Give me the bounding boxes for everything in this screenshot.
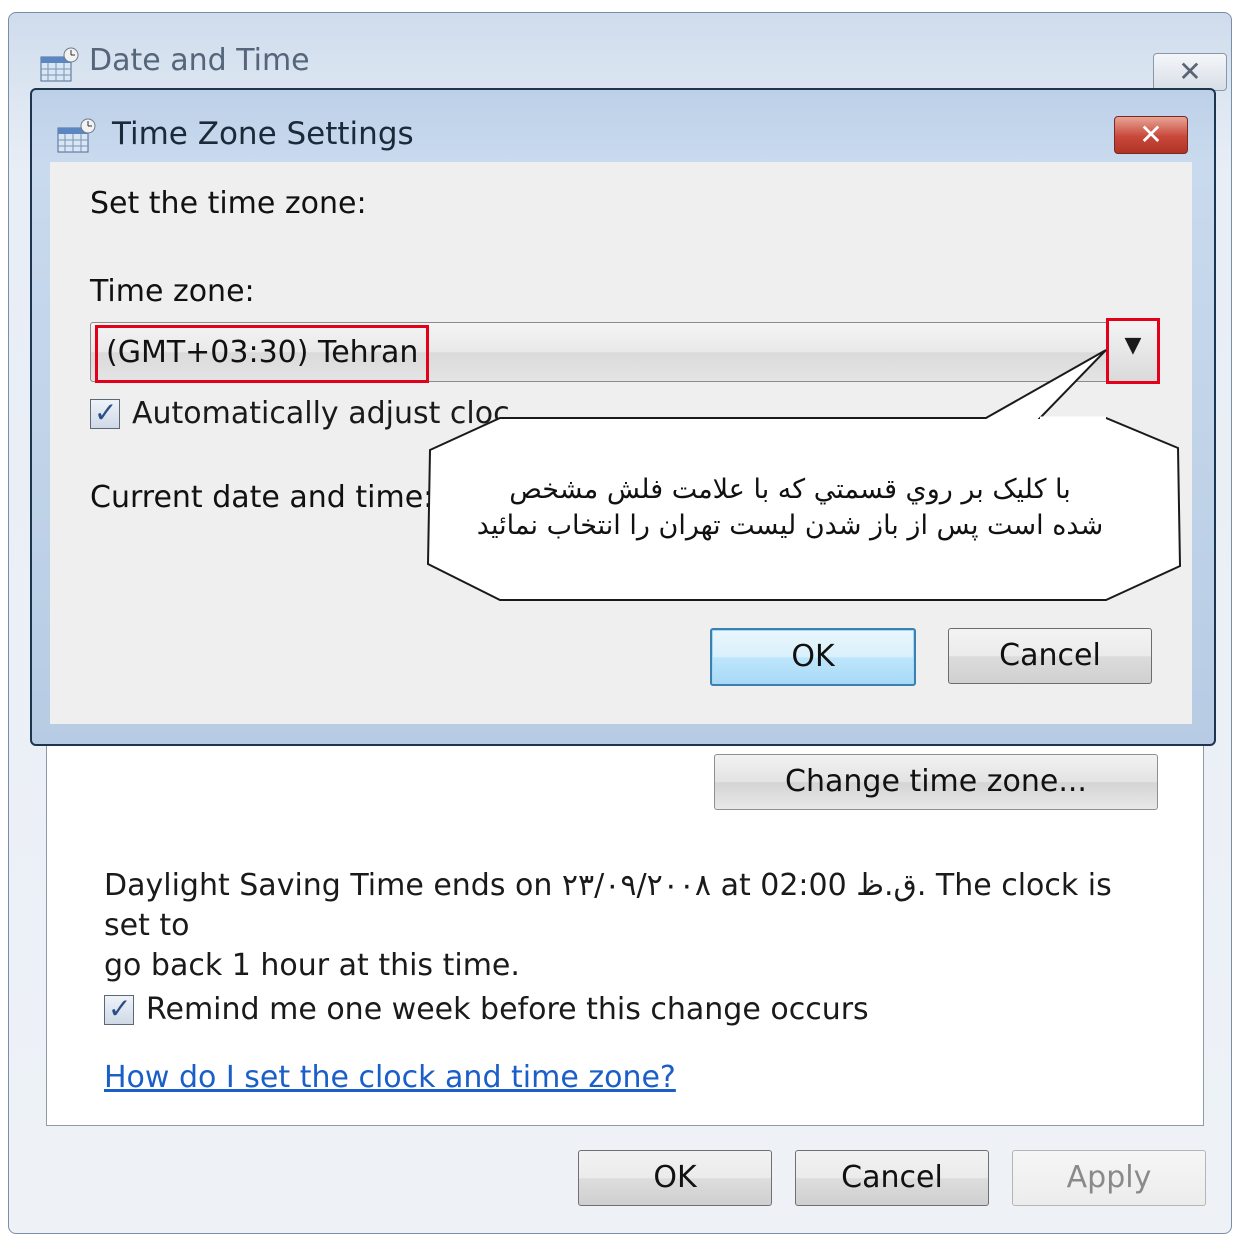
instruction-callout [426,349,1182,601]
callout-text: با کلیک بر روي قسمتي که با علامت فلش مشخ… [440,472,1140,544]
callout-line-1: با کلیک بر روي قسمتي که با علامت فلش مشخ… [509,474,1071,505]
callout-line-2: شده است پس از باز شدن لیست تهران را انتخ… [476,510,1104,541]
